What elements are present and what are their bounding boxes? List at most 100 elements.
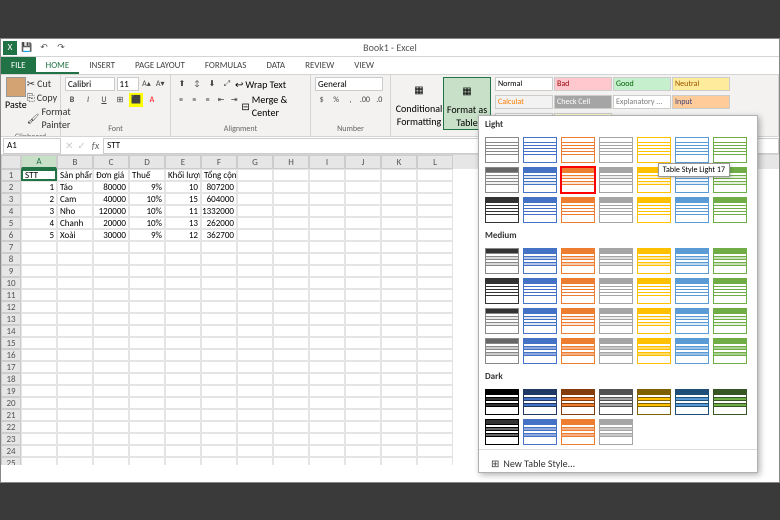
cell[interactable] — [273, 301, 309, 313]
cell[interactable] — [129, 349, 165, 361]
number-format-select[interactable]: General — [315, 77, 383, 91]
cell[interactable] — [381, 325, 417, 337]
cell[interactable] — [201, 337, 237, 349]
table-style-thumb[interactable] — [675, 197, 709, 223]
cell[interactable] — [309, 205, 345, 217]
cell[interactable] — [273, 421, 309, 433]
column-header[interactable]: F — [201, 155, 237, 169]
cell[interactable]: 12 — [165, 229, 201, 241]
cell[interactable] — [417, 349, 453, 361]
cell[interactable] — [273, 361, 309, 373]
cell[interactable] — [417, 361, 453, 373]
table-style-thumb[interactable] — [599, 338, 633, 364]
cell[interactable] — [93, 409, 129, 421]
cell[interactable] — [129, 385, 165, 397]
cell[interactable] — [309, 433, 345, 445]
cell[interactable] — [381, 373, 417, 385]
table-style-thumb[interactable] — [713, 137, 747, 163]
cell[interactable] — [237, 361, 273, 373]
cell[interactable] — [273, 337, 309, 349]
table-style-thumb[interactable] — [561, 338, 595, 364]
cell[interactable] — [201, 397, 237, 409]
cell[interactable] — [57, 325, 93, 337]
cell[interactable]: 362700 — [201, 229, 237, 241]
cell[interactable] — [345, 457, 381, 465]
cell[interactable] — [237, 445, 273, 457]
cell[interactable] — [57, 289, 93, 301]
table-style-thumb[interactable] — [561, 167, 595, 193]
cell[interactable] — [165, 445, 201, 457]
table-style-thumb[interactable] — [561, 197, 595, 223]
cell[interactable] — [165, 325, 201, 337]
cell[interactable] — [237, 205, 273, 217]
cell[interactable]: 40000 — [93, 193, 129, 205]
cell[interactable] — [165, 397, 201, 409]
table-style-thumb[interactable] — [637, 338, 671, 364]
cell[interactable] — [93, 349, 129, 361]
cell[interactable] — [57, 409, 93, 421]
cell[interactable] — [165, 337, 201, 349]
cell[interactable] — [273, 205, 309, 217]
cell[interactable] — [93, 433, 129, 445]
table-style-thumb[interactable] — [561, 137, 595, 163]
tab-data[interactable]: DATA — [256, 57, 295, 74]
cell[interactable] — [237, 421, 273, 433]
cell[interactable]: 1 — [21, 181, 57, 193]
table-style-thumb[interactable] — [599, 137, 633, 163]
accept-formula-icon[interactable]: ✓ — [75, 139, 87, 152]
cell[interactable] — [129, 397, 165, 409]
cell[interactable] — [129, 289, 165, 301]
row-header[interactable]: 21 — [1, 409, 21, 421]
cell[interactable] — [381, 445, 417, 457]
cell[interactable] — [237, 433, 273, 445]
row-header[interactable]: 2 — [1, 181, 21, 193]
cell[interactable] — [273, 409, 309, 421]
cell[interactable] — [93, 457, 129, 465]
column-header[interactable]: B — [57, 155, 93, 169]
cell[interactable] — [345, 349, 381, 361]
cell[interactable] — [93, 289, 129, 301]
cell[interactable] — [237, 313, 273, 325]
cell[interactable] — [201, 277, 237, 289]
cell[interactable] — [381, 229, 417, 241]
cell[interactable] — [237, 337, 273, 349]
cell[interactable] — [165, 421, 201, 433]
cell[interactable] — [21, 313, 57, 325]
cell[interactable] — [345, 361, 381, 373]
row-header[interactable]: 4 — [1, 205, 21, 217]
cell[interactable] — [345, 229, 381, 241]
table-style-thumb[interactable] — [637, 197, 671, 223]
cell[interactable] — [57, 253, 93, 265]
table-style-thumb[interactable] — [675, 248, 709, 274]
cell[interactable] — [93, 241, 129, 253]
cell[interactable] — [417, 193, 453, 205]
cell[interactable] — [57, 421, 93, 433]
save-icon[interactable]: 💾 — [20, 41, 34, 55]
cell[interactable] — [309, 421, 345, 433]
comma-button[interactable]: , — [344, 93, 357, 107]
cell[interactable] — [21, 433, 57, 445]
cell[interactable] — [381, 397, 417, 409]
row-header[interactable]: 20 — [1, 397, 21, 409]
row-header[interactable]: 5 — [1, 217, 21, 229]
row-header[interactable]: 22 — [1, 421, 21, 433]
cell[interactable] — [345, 181, 381, 193]
cell[interactable]: 9% — [129, 229, 165, 241]
cell[interactable] — [309, 253, 345, 265]
cell[interactable] — [417, 385, 453, 397]
cell[interactable] — [309, 265, 345, 277]
cell[interactable] — [345, 265, 381, 277]
table-style-thumb[interactable] — [713, 338, 747, 364]
cell[interactable] — [93, 277, 129, 289]
table-style-thumb[interactable] — [713, 197, 747, 223]
cell[interactable] — [57, 313, 93, 325]
cell[interactable] — [57, 265, 93, 277]
cell[interactable] — [237, 409, 273, 421]
redo-icon[interactable]: ↷ — [54, 41, 68, 55]
cell-style-check-cell[interactable]: Check Cell — [554, 95, 612, 109]
cell[interactable] — [21, 325, 57, 337]
merge-center-button[interactable]: ⊟Merge & Center — [241, 93, 306, 119]
cell[interactable] — [93, 361, 129, 373]
cell[interactable] — [129, 265, 165, 277]
cell[interactable]: Tổng cộng — [201, 169, 237, 181]
